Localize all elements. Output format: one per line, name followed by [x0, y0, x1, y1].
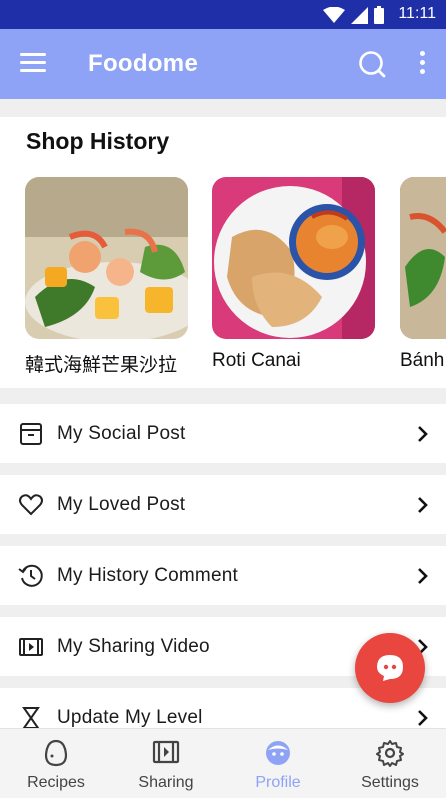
menu-row-loved-post[interactable]: My Loved Post — [0, 475, 446, 534]
shop-history-section: Shop History 韓式海鮮芒果沙拉 Roti Canai Bánh — [0, 117, 446, 388]
history-icon — [18, 564, 43, 587]
chevron-right-icon — [418, 426, 428, 442]
tab-profile[interactable]: Profile — [222, 729, 334, 798]
shop-history-item-name: Bánh — [400, 350, 445, 371]
food-image — [400, 177, 446, 339]
shop-history-item-name: Roti Canai — [212, 350, 301, 371]
more-vert-icon[interactable] — [414, 51, 430, 77]
menu-row-label: My Sharing Video — [57, 636, 210, 657]
chat-fab-button[interactable] — [355, 633, 425, 703]
tab-label: Settings — [361, 774, 419, 791]
shop-history-card[interactable]: 韓式海鮮芒果沙拉 — [25, 177, 188, 377]
chevron-right-icon — [418, 568, 428, 584]
video-icon — [19, 638, 43, 656]
shop-history-card[interactable]: Roti Canai — [212, 177, 375, 372]
shop-history-card[interactable]: Bánh — [400, 177, 446, 372]
status-bar: 11:11 — [0, 0, 446, 29]
bottom-navigation: Recipes Sharing Profile Settings — [0, 728, 446, 798]
wifi-icon — [323, 7, 345, 23]
tab-label: Sharing — [138, 774, 194, 791]
food-image — [25, 177, 188, 339]
battery-icon — [374, 6, 384, 24]
chevron-right-icon — [418, 497, 428, 513]
tab-recipes[interactable]: Recipes — [0, 729, 112, 798]
menu-row-label: My Social Post — [57, 423, 186, 444]
shop-history-item-name: 韓式海鮮芒果沙拉 — [25, 355, 178, 376]
tab-sharing[interactable]: Sharing — [110, 729, 222, 798]
app-title: Foodome — [88, 50, 199, 77]
tab-label: Recipes — [27, 774, 85, 791]
shop-history-title: Shop History — [26, 128, 170, 154]
menu-row-social-post[interactable]: My Social Post — [0, 404, 446, 463]
chevron-right-icon — [418, 710, 428, 726]
gear-icon — [376, 740, 404, 767]
app-bar: Foodome — [0, 29, 446, 99]
tab-settings[interactable]: Settings — [334, 729, 446, 798]
face-icon — [266, 741, 290, 765]
signal-icon — [351, 6, 368, 24]
menu-row-label: My History Comment — [57, 565, 238, 586]
food-image — [212, 177, 375, 339]
status-time: 11:11 — [398, 5, 436, 22]
status-icons — [323, 6, 384, 24]
menu-row-history-comment[interactable]: My History Comment — [0, 546, 446, 605]
menu-icon[interactable] — [20, 53, 46, 75]
menu-row-label: My Loved Post — [57, 494, 186, 515]
search-icon[interactable] — [358, 50, 386, 78]
heart-icon — [19, 494, 43, 516]
chat-bot-icon — [377, 655, 403, 681]
video-icon — [152, 740, 180, 764]
tab-label: Profile — [255, 774, 301, 791]
menu-row-label: Update My Level — [57, 707, 203, 728]
archive-icon — [20, 423, 42, 445]
egg-icon — [44, 739, 68, 767]
